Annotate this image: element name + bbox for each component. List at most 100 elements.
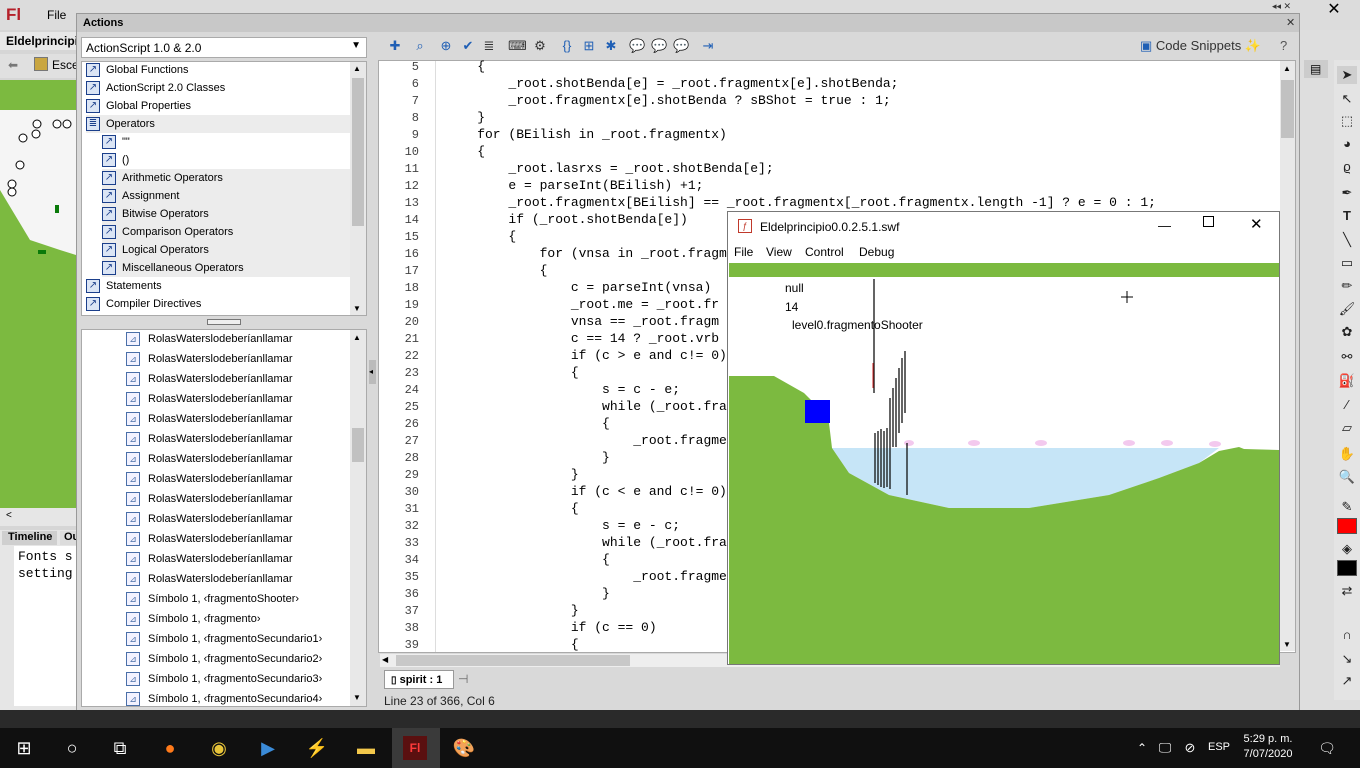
script-navigator-item[interactable]: ⊿ Símbolo 1, ‹fragmentoSecundario1›	[126, 630, 322, 648]
fill-color-swatch[interactable]	[1337, 560, 1357, 576]
toolbox-item[interactable]: ↗ Statements	[86, 277, 350, 295]
script-navigator-item[interactable]: ⊿ RolasWaterslodeberíanllamar	[126, 430, 293, 448]
panel-close-icon[interactable]: ✕	[1286, 16, 1295, 29]
script-navigator-item[interactable]: ⊿ RolasWaterslodeberíanllamar	[126, 470, 293, 488]
scroll-up-icon[interactable]: ▲	[1283, 64, 1291, 73]
script-navigator-item[interactable]: ⊿ RolasWaterslodeberíanllamar	[126, 390, 293, 408]
script-navigator-item[interactable]: ⊿ RolasWaterslodeberíanllamar	[126, 490, 293, 508]
script-navigator-item[interactable]: ⊿ Símbolo 1, ‹fragmentoSecundario4›	[126, 690, 322, 708]
expand-all-icon[interactable]: ✱	[603, 38, 619, 54]
firefox-icon[interactable]: ●	[158, 736, 182, 760]
paint-icon[interactable]: 🎨	[452, 736, 476, 760]
deco-icon[interactable]: ✿	[1337, 323, 1357, 341]
scroll-left-icon[interactable]: ◀	[382, 655, 388, 664]
add-statement-icon[interactable]: ✚	[387, 38, 403, 54]
remove-comment-icon[interactable]: 💬	[673, 38, 689, 54]
language-indicator[interactable]: ESP	[1208, 741, 1230, 753]
code-hint-icon[interactable]: ⌨	[508, 38, 527, 54]
toolbox-item[interactable]: ↗ Logical Operators	[102, 241, 350, 259]
debug-options-icon[interactable]: ⚙	[532, 38, 548, 54]
windows-start-icon[interactable]: ⊞	[12, 736, 36, 760]
3d-rotation-icon[interactable]: ◕	[1337, 135, 1357, 153]
back-arrow-icon[interactable]: ⬅	[8, 58, 18, 72]
scroll-left-icon[interactable]: <	[6, 510, 12, 521]
eraser-icon[interactable]: ▱	[1337, 419, 1357, 437]
toolbox-item[interactable]: ↗ Global Functions	[86, 61, 350, 79]
app-icon[interactable]: ⚡	[305, 736, 329, 760]
notifications-icon[interactable]: 🗨	[1315, 736, 1339, 760]
script-navigator-item[interactable]: ⊿ RolasWaterslodeberíanllamar	[126, 370, 293, 388]
line-comment-icon[interactable]: 💬	[651, 38, 667, 54]
video-editor-icon[interactable]: ▶	[256, 736, 280, 760]
flash-taskbar-icon[interactable]: Fl	[403, 736, 427, 760]
script-navigator-item[interactable]: ⊿ Símbolo 1, ‹fragmentoShooter›	[126, 590, 299, 608]
menu-file[interactable]: File	[47, 8, 66, 22]
minimize-icon[interactable]: —	[1158, 218, 1171, 233]
file-explorer-icon[interactable]: ▬	[354, 736, 378, 760]
toolbox-item[interactable]: ↗ ActionScript 2.0 Classes	[86, 79, 350, 97]
panel-toggle[interactable]: ▤	[1304, 60, 1328, 78]
close-icon[interactable]: ✕	[1308, 0, 1360, 20]
auto-format-icon[interactable]: ≣	[481, 38, 497, 54]
script-navigator-item[interactable]: ⊿ RolasWaterslodeberíanllamar	[126, 330, 293, 348]
toolbox-item[interactable]: ↗ Global Properties	[86, 97, 350, 115]
volume-muted-icon[interactable]: ⊘	[1178, 736, 1202, 760]
toolbox-scroll-thumb[interactable]	[352, 78, 364, 226]
rectangle-tool-icon[interactable]: ▭	[1337, 254, 1357, 272]
scroll-down-icon[interactable]: ▼	[353, 304, 361, 313]
stage-hscroll[interactable]: <	[0, 508, 78, 526]
code-vscroll-thumb[interactable]	[1281, 80, 1294, 138]
scroll-down-icon[interactable]: ▼	[1283, 640, 1291, 649]
check-syntax-icon[interactable]: ✔	[460, 38, 476, 54]
swf-menu-file[interactable]: File	[734, 245, 753, 259]
show-toolbox-icon[interactable]: ⇥	[700, 38, 716, 54]
pin-script-icon[interactable]: ⊣	[458, 672, 468, 686]
text-tool-icon[interactable]: T	[1337, 207, 1357, 225]
swap-colors-icon[interactable]: ⇄	[1337, 582, 1357, 600]
script-navigator-item[interactable]: ⊿ RolasWaterslodeberíanllamar	[126, 530, 293, 548]
scroll-up-icon[interactable]: ▲	[353, 333, 361, 342]
script-navigator-item[interactable]: ⊿ RolasWaterslodeberíanllamar	[126, 570, 293, 588]
straighten-icon[interactable]: ↗	[1337, 672, 1357, 690]
eyedropper-icon[interactable]: ⁄	[1337, 396, 1357, 414]
block-comment-icon[interactable]: 💬	[629, 38, 645, 54]
code-hscroll-thumb[interactable]	[396, 655, 630, 666]
timeline-tab[interactable]: Timeline	[2, 531, 57, 545]
toolbox-item[interactable]: ↗ Arithmetic Operators	[102, 169, 350, 187]
maximize-icon[interactable]	[1203, 216, 1214, 227]
stroke-color-icon[interactable]: ✎	[1337, 498, 1357, 516]
actionscript-version-select[interactable]: ActionScript 1.0 & 2.0 ▼	[81, 37, 367, 58]
script-navigator-item[interactable]: ⊿ RolasWaterslodeberíanllamar	[126, 450, 293, 468]
navigator-scrollbar[interactable]	[350, 330, 366, 706]
bone-icon[interactable]: ⚯	[1337, 348, 1357, 366]
script-navigator-item[interactable]: ⊿ RolasWaterslodeberíanllamar	[126, 410, 293, 428]
subselection-tool-icon[interactable]: ↖	[1337, 90, 1357, 108]
stroke-color-swatch[interactable]	[1337, 518, 1357, 534]
selection-tool-icon[interactable]: ➤	[1337, 66, 1357, 84]
toolbox-item[interactable]: ↗ Miscellaneous Operators	[102, 259, 350, 277]
pen-tool-icon[interactable]: ✒	[1337, 184, 1357, 202]
show-hidden-icons[interactable]: ⌃	[1130, 736, 1154, 760]
scroll-up-icon[interactable]: ▲	[353, 64, 361, 73]
script-navigator-item[interactable]: ⊿ Símbolo 1, ‹fragmento›	[126, 610, 261, 628]
toolbox-item[interactable]: ↗ ""	[102, 133, 350, 151]
search-icon[interactable]: ○	[60, 736, 84, 760]
code-snippets-button[interactable]: ▣ Code Snippets ✨	[1140, 38, 1261, 54]
panel-controls[interactable]: ◂◂ ✕	[1272, 1, 1291, 12]
script-navigator-item[interactable]: ⊿ RolasWaterslodeberíanllamar	[126, 350, 293, 368]
smooth-icon[interactable]: ↘	[1337, 650, 1357, 668]
toolbox-item[interactable]: ↗ Comparison Operators	[102, 223, 350, 241]
collapse-between-braces-icon[interactable]: {}	[559, 38, 575, 54]
clock[interactable]: 5:29 p. m. 7/07/2020	[1238, 732, 1298, 762]
navigator-scroll-thumb[interactable]	[352, 428, 364, 462]
script-navigator-item[interactable]: ⊿ Símbolo 1, ‹fragmentoSecundario2›	[126, 650, 322, 668]
task-view-icon[interactable]: ⧉	[108, 736, 132, 760]
find-icon[interactable]: ⌕	[412, 38, 428, 54]
splitter-handle[interactable]	[207, 319, 241, 325]
fill-color-icon[interactable]: ◈	[1337, 540, 1357, 558]
toolbox-item[interactable]: ↗ ()	[102, 151, 350, 169]
chrome-icon[interactable]: ◉	[207, 736, 231, 760]
swf-menu-debug[interactable]: Debug	[859, 245, 894, 259]
brush-icon[interactable]: 🖌	[1337, 300, 1357, 318]
pencil-icon[interactable]: ✏	[1337, 277, 1357, 295]
